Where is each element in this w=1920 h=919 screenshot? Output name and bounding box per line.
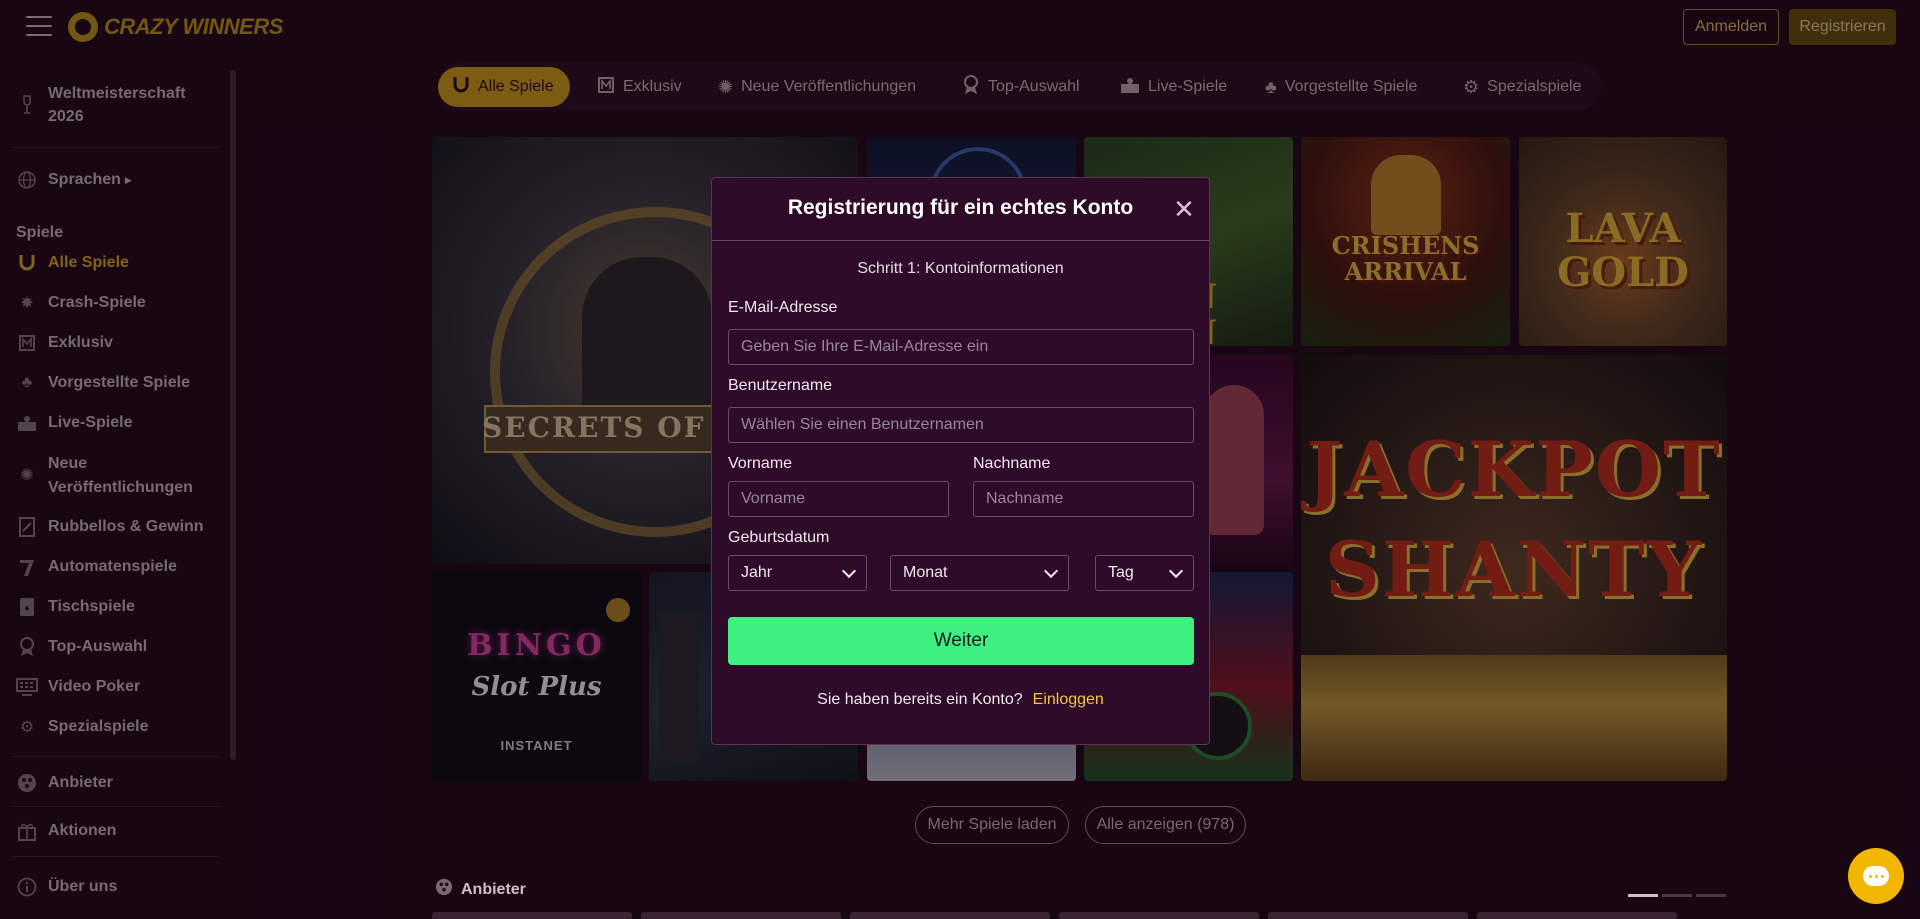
registration-modal: Registrierung für ein echtes Konto ✕ Sch… xyxy=(711,177,1210,745)
provider-card[interactable] xyxy=(641,912,841,919)
providers-heading-label: Anbieter xyxy=(461,880,526,898)
year-select[interactable]: Jahr xyxy=(728,555,867,591)
day-select-value: Tag xyxy=(1108,564,1134,581)
providers-icon xyxy=(435,878,453,901)
next-button[interactable]: Weiter xyxy=(728,617,1194,665)
firstname-input[interactable] xyxy=(728,481,949,517)
modal-divider xyxy=(712,240,1209,241)
step-indicator: Schritt 1: Kontoinformationen xyxy=(857,260,1064,277)
chat-button[interactable] xyxy=(1848,848,1904,904)
have-account-text: Sie haben bereits ein Konto? xyxy=(817,691,1023,708)
lastname-input[interactable] xyxy=(973,481,1194,517)
close-icon[interactable]: ✕ xyxy=(1172,196,1196,222)
firstname-label: Vorname xyxy=(728,455,793,472)
username-input[interactable] xyxy=(728,407,1194,443)
modal-title: Registrierung für ein echtes Konto xyxy=(787,196,1134,219)
show-all-button[interactable]: Alle anzeigen (978) xyxy=(1085,806,1246,844)
provider-card[interactable] xyxy=(1268,912,1468,919)
have-account-row: Sie haben bereits ein Konto? Einloggen xyxy=(712,691,1209,709)
email-input[interactable] xyxy=(728,329,1194,365)
chevron-down-icon xyxy=(841,563,857,579)
email-label: E-Mail-Adresse xyxy=(728,299,838,316)
lastname-label: Nachname xyxy=(973,455,1051,472)
day-select[interactable]: Tag xyxy=(1095,555,1194,591)
username-label: Benutzername xyxy=(728,377,833,394)
providers-section-heading: Anbieter xyxy=(435,878,526,901)
chat-icon xyxy=(1863,866,1889,886)
year-select-value: Jahr xyxy=(741,564,773,581)
provider-card[interactable] xyxy=(1477,912,1677,919)
chevron-down-icon xyxy=(1168,563,1184,579)
dob-label: Geburtsdatum xyxy=(728,529,830,546)
provider-card[interactable] xyxy=(1059,912,1259,919)
provider-card[interactable] xyxy=(432,912,632,919)
month-select-value: Monat xyxy=(903,564,948,581)
load-more-button[interactable]: Mehr Spiele laden xyxy=(915,806,1069,844)
month-select[interactable]: Monat xyxy=(890,555,1069,591)
login-link[interactable]: Einloggen xyxy=(1033,691,1104,708)
chevron-down-icon xyxy=(1043,563,1059,579)
provider-card[interactable] xyxy=(850,912,1050,919)
carousel-indicator[interactable] xyxy=(1628,894,1726,897)
